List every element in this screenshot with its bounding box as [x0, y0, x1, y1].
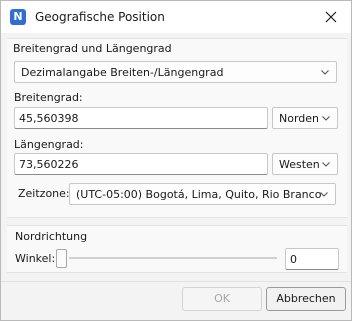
north-direction-group-title: Nordrichtung: [15, 230, 88, 243]
app-icon: N: [10, 9, 26, 25]
longitude-value: 73,560226: [19, 158, 79, 171]
chevron-down-icon: [321, 70, 329, 75]
longitude-input[interactable]: 73,560226: [14, 153, 268, 175]
longitude-label: Längengrad:: [14, 138, 84, 151]
geo-position-dialog: N Geografische Position Breitengrad und …: [0, 0, 352, 321]
angle-slider-thumb[interactable]: [56, 249, 67, 268]
chevron-down-icon: [322, 116, 330, 121]
longitude-direction-select[interactable]: Westen: [272, 153, 338, 175]
close-button[interactable]: [311, 1, 351, 33]
cancel-button[interactable]: Abbrechen: [266, 287, 346, 311]
angle-label: Winkel:: [15, 252, 56, 265]
angle-value: 0: [290, 253, 297, 266]
timezone-select[interactable]: (UTC-05:00) Bogotá, Lima, Quito, Rio Bra…: [69, 183, 336, 205]
latitude-direction-value: Norden: [279, 112, 320, 125]
close-icon: [325, 11, 337, 23]
coordinate-format-select[interactable]: Dezimalangabe Breiten-/Längengrad: [14, 61, 337, 83]
timezone-value: (UTC-05:00) Bogotá, Lima, Quito, Rio Bra…: [76, 188, 322, 201]
angle-slider-track[interactable]: [69, 257, 277, 259]
coordinate-format-value: Dezimalangabe Breiten-/Längengrad: [21, 66, 224, 79]
latitude-direction-select[interactable]: Norden: [272, 107, 338, 129]
chevron-down-icon: [322, 162, 330, 167]
chevron-down-icon: [320, 192, 328, 197]
latitude-input[interactable]: 45,560398: [14, 107, 268, 129]
ok-button[interactable]: OK: [182, 287, 262, 311]
angle-input[interactable]: 0: [285, 248, 339, 270]
latitude-label: Breitengrad:: [14, 91, 83, 104]
coordinates-group-title: Breitengrad und Längengrad: [13, 42, 172, 55]
timezone-label: Zeitzone:: [18, 187, 70, 200]
footer-divider: [1, 281, 351, 282]
latitude-value: 45,560398: [19, 112, 79, 125]
window-title: Geografische Position: [35, 10, 165, 24]
longitude-direction-value: Westen: [279, 158, 320, 171]
title-bar: N Geografische Position: [1, 1, 351, 33]
